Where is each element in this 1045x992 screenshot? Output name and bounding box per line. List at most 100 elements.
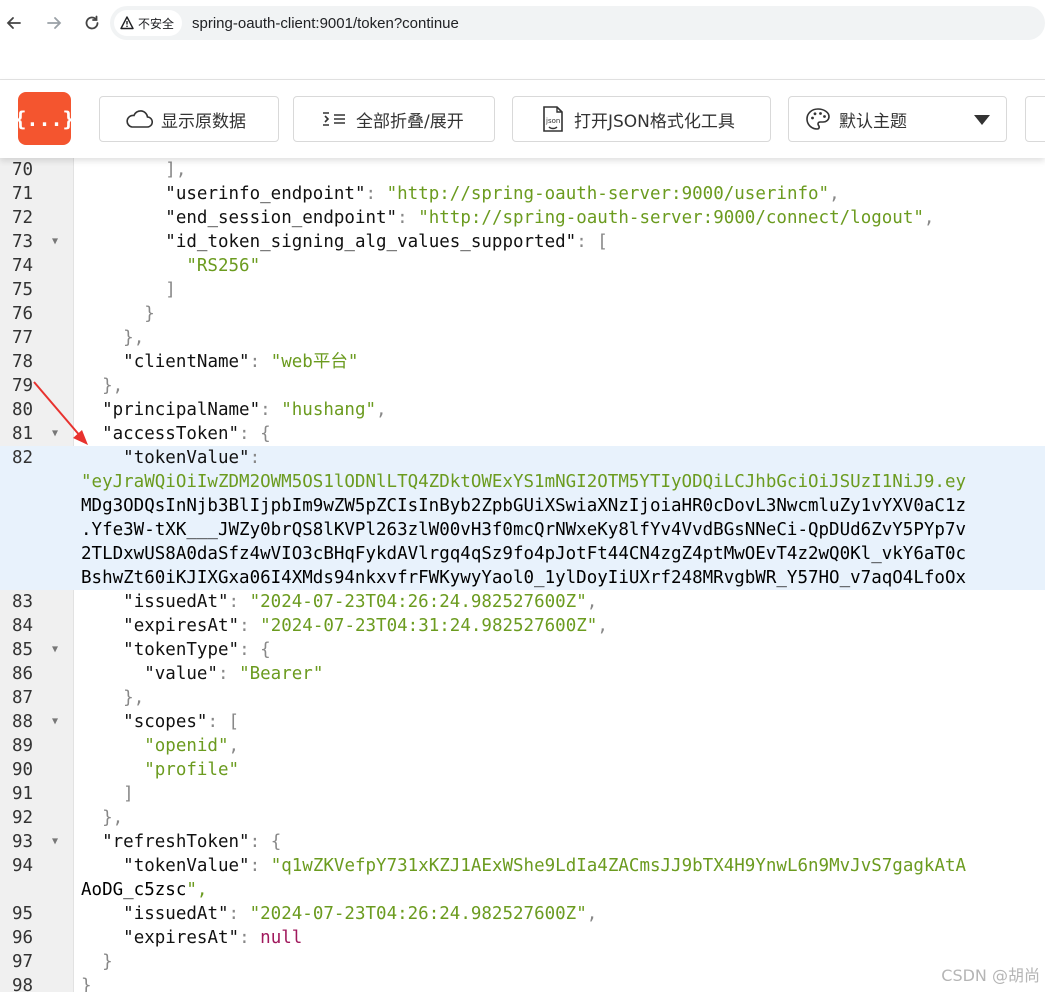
json-file-icon: json — [543, 106, 563, 132]
code-line: MDg3ODQsInNjb3BlIjpbIm9wZW5pZCIsInByb2Zp… — [0, 494, 1045, 518]
warning-triangle-icon — [120, 16, 134, 30]
code-line: 85 ▼ "tokenType": { — [0, 638, 1045, 662]
line-content: "refreshToken": { — [102, 832, 282, 852]
code-line: 75 ] — [0, 278, 1045, 302]
collapse-icon — [323, 112, 345, 126]
line-number: 88 — [12, 712, 34, 732]
code-line: 83 "issuedAt": "2024-07-23T04:26:24.9825… — [0, 590, 1045, 614]
line-content: "tokenType": { — [123, 640, 271, 660]
code-line: 90 "profile" — [0, 758, 1045, 782]
line-number: 75 — [12, 280, 34, 300]
line-number: 78 — [12, 352, 34, 372]
app-logo: {...} — [14, 92, 75, 145]
line-number: 89 — [12, 736, 34, 756]
fold-toggle-button[interactable]: 全部折叠/展开 — [293, 96, 495, 142]
line-content: }, — [123, 328, 145, 348]
fold-caret-icon[interactable]: ▼ — [52, 830, 58, 854]
line-content: } — [144, 304, 155, 324]
security-label: 不安全 — [138, 16, 175, 31]
more-button[interactable] — [1025, 96, 1045, 142]
code-line: 74 "RS256" — [0, 254, 1045, 278]
line-number: 80 — [12, 400, 34, 420]
line-content: "issuedAt": "2024-07-23T04:26:24.9825276… — [123, 904, 598, 924]
code-line: 72 "end_session_endpoint": "http://sprin… — [0, 206, 1045, 230]
line-content: AoDG_c5zsc", — [81, 880, 208, 900]
code-line: 70 ], — [0, 158, 1045, 182]
line-content: "principalName": "hushang", — [102, 400, 387, 420]
code-line: 84 "expiresAt": "2024-07-23T04:31:24.982… — [0, 614, 1045, 638]
url-text[interactable]: spring-oauth-client:9001/token?continue — [192, 15, 459, 32]
code-line: 95 "issuedAt": "2024-07-23T04:26:24.9825… — [0, 902, 1045, 926]
watermark: CSDN @胡尚 — [941, 966, 1040, 985]
reload-icon — [85, 15, 99, 30]
theme-label: 默认主题 — [839, 111, 907, 132]
code-line: 71 "userinfo_endpoint": "http://spring-o… — [0, 182, 1045, 206]
code-line: 92 }, — [0, 806, 1045, 830]
line-content: "id_token_signing_alg_values_supported":… — [165, 232, 608, 252]
code-line: 88 ▼ "scopes": [ — [0, 710, 1045, 734]
line-number: 82 — [12, 448, 34, 468]
line-content: "RS256" — [186, 256, 261, 276]
back-button[interactable] — [0, 9, 28, 37]
theme-dropdown[interactable]: 默认主题 — [788, 96, 1007, 142]
code-line: 81 ▼ "accessToken": { — [0, 422, 1045, 446]
line-content: "scopes": [ — [123, 712, 240, 732]
fold-label: 全部折叠/展开 — [356, 111, 464, 132]
show-raw-button[interactable]: 显示原数据 — [99, 96, 279, 142]
code-line: 87 }, — [0, 686, 1045, 710]
line-number: 77 — [12, 328, 34, 348]
line-content: ] — [165, 280, 176, 300]
line-content: } — [102, 952, 113, 972]
open-json-tool-button[interactable]: json 打开JSON格式化工具 — [512, 96, 771, 142]
line-content: "openid", — [144, 736, 240, 756]
code-line: 2TLDxwUS8A0daSfz4wVIO3cBHqFykdAVlrgq4qSz… — [0, 542, 1045, 566]
line-number: 97 — [12, 952, 34, 972]
code-line: 77 }, — [0, 326, 1045, 350]
line-number: 93 — [12, 832, 34, 852]
json-viewer-toolbar: {...} 显示原数据 全部折叠/展开 json 打开JSON格式化工具 默认主… — [0, 80, 1045, 158]
code-line: 73 ▼ "id_token_signing_alg_values_support… — [0, 230, 1045, 254]
forward-arrow-icon — [47, 17, 62, 29]
fold-caret-icon[interactable]: ▼ — [52, 422, 58, 446]
address-bar[interactable]: 不安全 spring-oauth-client:9001/token?conti… — [110, 6, 1045, 40]
line-content: "profile" — [144, 760, 240, 780]
line-content: "issuedAt": "2024-07-23T04:26:24.9825276… — [123, 592, 598, 612]
line-number: 79 — [12, 376, 34, 396]
line-number: 90 — [12, 760, 34, 780]
code-line: 93 ▼ "refreshToken": { — [0, 830, 1045, 854]
reload-button[interactable] — [78, 9, 106, 37]
line-content: "tokenValue": — [123, 448, 261, 468]
chevron-down-icon — [974, 115, 990, 125]
code-line: BshwZt60iKJIXGxa06I4XMds94nkxvfrFWKywyYa… — [0, 566, 1045, 590]
fold-caret-icon[interactable]: ▼ — [52, 710, 58, 734]
line-content: "value": "Bearer" — [144, 664, 324, 684]
code-line: 82 "tokenValue": — [0, 446, 1045, 470]
line-number: 85 — [12, 640, 34, 660]
line-number: 73 — [12, 232, 34, 252]
json-code-view[interactable]: 70 ], 71 "userinfo_endpoint": "http://spr… — [0, 158, 1045, 992]
line-number: 71 — [12, 184, 34, 204]
line-content: .Yfe3W-tXK___JWZy0brQS8lKVPl263zlW00vH3f… — [81, 520, 967, 540]
fold-caret-icon[interactable]: ▼ — [52, 638, 58, 662]
code-line: .Yfe3W-tXK___JWZy0brQS8lKVPl263zlW00vH3f… — [0, 518, 1045, 542]
code-line: 91 ] — [0, 782, 1045, 806]
line-content: "userinfo_endpoint": "http://spring-oaut… — [165, 184, 840, 204]
line-number: 87 — [12, 688, 34, 708]
line-number: 92 — [12, 808, 34, 828]
fold-caret-icon[interactable]: ▼ — [52, 230, 58, 254]
line-content: }, — [123, 688, 145, 708]
line-number: 94 — [12, 856, 34, 876]
cloud-icon — [126, 110, 153, 128]
forward-button[interactable] — [40, 9, 68, 37]
line-number: 95 — [12, 904, 34, 924]
line-content: "accessToken": { — [102, 424, 271, 444]
code-line: 97 } — [0, 950, 1045, 974]
security-indicator[interactable]: 不安全 — [114, 10, 183, 36]
line-number: 83 — [12, 592, 34, 612]
code-line: 96 "expiresAt": null — [0, 926, 1045, 950]
line-number: 70 — [12, 160, 34, 180]
line-content: }, — [102, 808, 124, 828]
code-line: "eyJraWQiOiIwZDM2OWM5OS1lODNlLTQ4ZDktOWE… — [0, 470, 1045, 494]
code-line: 98} — [0, 974, 1045, 992]
browser-toolbar: 不安全 spring-oauth-client:9001/token?conti… — [0, 0, 1045, 46]
